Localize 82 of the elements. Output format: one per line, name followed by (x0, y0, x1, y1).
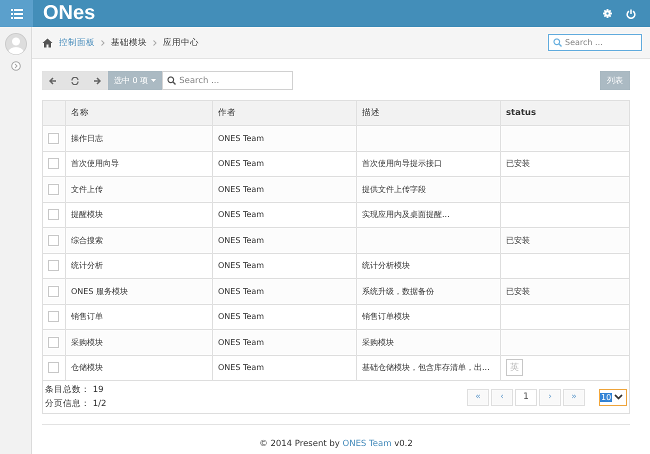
arrow-left-icon (49, 76, 57, 84)
row-checkbox[interactable] (48, 260, 59, 272)
list-view-button[interactable]: 列表 (600, 71, 630, 90)
power-icon[interactable] (626, 8, 636, 18)
table-cell: ONES 服务模块 (71, 286, 128, 296)
chevron-down-icon (614, 394, 624, 400)
arrow-right-icon (93, 76, 101, 84)
chevron-right-icon (153, 40, 157, 46)
table-cell: 提醒模块 (71, 210, 103, 220)
menu-button[interactable] (0, 0, 33, 27)
search-icon (167, 76, 176, 85)
summary-text: 分页信息： 1/2 (45, 398, 106, 410)
input-method-indicator: 英 (506, 359, 523, 376)
search-field[interactable]: Search ... (548, 34, 642, 51)
column-header[interactable]: 名称 (66, 100, 212, 126)
search-field[interactable]: Search ... (162, 71, 294, 90)
row-checkbox[interactable] (48, 336, 59, 348)
table-cell: 已安装 (506, 159, 530, 168)
table-cell: ONES Team (218, 363, 264, 372)
row-checkbox[interactable] (48, 132, 59, 144)
column-header[interactable]: status (500, 100, 630, 126)
table-cell: ONES Team (218, 134, 264, 143)
table-cell: 采购模块 (71, 338, 103, 347)
avatar (4, 33, 26, 55)
chevron-right-icon (101, 40, 105, 46)
search-icon (553, 38, 562, 47)
table-cell: 采购模块 (362, 338, 394, 347)
home-icon[interactable] (42, 38, 53, 48)
table-cell: 首次使用向导提示接口 (362, 159, 442, 168)
table-cell: ONES Team (218, 312, 264, 322)
row-checkbox[interactable] (48, 311, 59, 322)
copyright-text: © 2014 Present by ONES Team v0.2 (258, 439, 414, 449)
table-cell: 销售订单模块 (362, 312, 410, 322)
page-button[interactable]: « (467, 388, 489, 406)
settings-icon[interactable] (603, 9, 612, 18)
app-logo: ONes (43, 2, 96, 25)
table-cell: ONES Team (218, 210, 264, 220)
column-header[interactable]: 描述 (356, 100, 500, 126)
table-cell: 系统升级，数据备份 (362, 286, 434, 296)
expand-icon[interactable] (10, 61, 20, 71)
table-cell: ONES Team (218, 261, 264, 270)
forward-button[interactable] (86, 71, 108, 90)
summary-text: 条目总数： 19 (45, 384, 105, 396)
refresh-icon (71, 76, 79, 84)
page-button[interactable]: 1 (515, 388, 537, 406)
page-button[interactable]: » (563, 388, 585, 406)
table-cell: 统计分析模块 (362, 261, 410, 270)
table-cell: 统计分析 (71, 261, 103, 270)
row-checkbox[interactable] (48, 209, 59, 220)
table-cell: 提供文件上传字段 (362, 184, 426, 194)
table-cell: ONES Team (218, 184, 264, 194)
column-header[interactable]: 作者 (212, 100, 356, 126)
table-cell: 仓储模块 (71, 363, 103, 372)
table-cell: 基础仓储模块，包含库存清单，出... (362, 363, 490, 372)
table-cell: 已安装 (506, 236, 530, 245)
row-checkbox[interactable] (48, 234, 59, 246)
table-cell: 综合搜索 (71, 236, 103, 245)
table-cell: ONES Team (218, 338, 264, 347)
row-checkbox[interactable] (48, 362, 59, 374)
table-cell: 文件上传 (71, 184, 103, 194)
table-cell: 销售订单 (71, 312, 103, 322)
team-link[interactable]: ONES Team (342, 439, 392, 449)
back-button[interactable] (42, 71, 64, 90)
table-cell: ONES Team (218, 159, 264, 168)
table-cell: 首次使用向导 (71, 159, 119, 168)
caret-icon (151, 79, 156, 82)
table-cell: 实现应用内及桌面提醒... (362, 210, 450, 220)
selection-dropdown[interactable]: 选中 0 项 (108, 71, 162, 90)
table-cell: 操作日志 (71, 134, 103, 143)
breadcrumb-item[interactable]: 基础模块 (111, 36, 147, 48)
row-checkbox[interactable] (48, 184, 59, 195)
row-checkbox[interactable] (48, 158, 59, 170)
page-button[interactable]: › (539, 388, 561, 406)
table-cell: ONES Team (218, 236, 264, 245)
row-checkbox[interactable] (48, 286, 59, 297)
breadcrumb-item[interactable]: 控制面板 (59, 36, 95, 48)
menu-icon (10, 8, 22, 18)
breadcrumb-item: 应用中心 (163, 36, 199, 48)
page-button[interactable]: ‹ (491, 388, 513, 406)
table-cell: ONES Team (218, 286, 264, 296)
page-size-select[interactable]: 10 (599, 388, 627, 406)
table-cell: 已安装 (506, 286, 530, 296)
